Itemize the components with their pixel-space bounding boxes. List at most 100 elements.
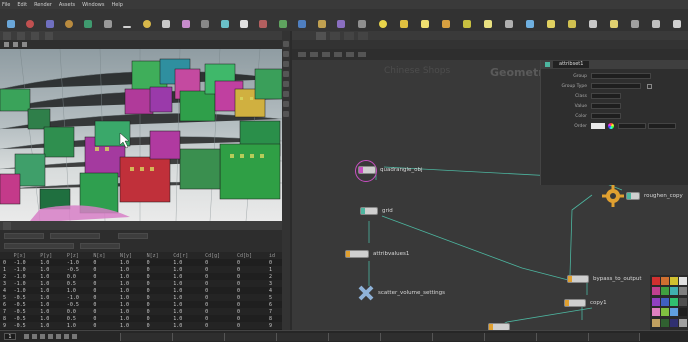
lighting-icon[interactable] (283, 71, 289, 77)
shelf-tool-camera[interactable] (354, 11, 370, 29)
node-grid[interactable]: grid (360, 207, 393, 215)
shelf-tool-ambient-light[interactable] (606, 11, 622, 29)
swatch-mint[interactable] (670, 297, 678, 306)
attribute-filter-field[interactable] (50, 233, 100, 239)
swatch-teal[interactable] (670, 287, 678, 296)
shelf-tool-l-system[interactable] (276, 11, 289, 29)
shelf-tool-sphere[interactable] (23, 11, 36, 29)
shelf-tool-stereo-camera[interactable] (627, 11, 643, 29)
class-dropdown[interactable] (591, 93, 621, 99)
step-forward-button[interactable] (64, 334, 69, 339)
swatch-white[interactable] (679, 277, 687, 285)
column-header[interactable]: N[z] (143, 252, 171, 259)
network-menu-go[interactable] (322, 52, 330, 57)
shelf-tool-area-light[interactable] (417, 11, 433, 29)
shelf-tool-file[interactable] (315, 11, 328, 29)
rewind-button[interactable] (24, 334, 29, 339)
shelf-tool-volume-light[interactable] (459, 11, 475, 29)
table-row[interactable]: 5 -0.5 1.0 -1.0 0 1.0 0 1.0 0 0 5 (0, 294, 282, 301)
shelf-tool-spiral[interactable] (334, 11, 347, 29)
shelf-tool-distant-light[interactable] (480, 11, 496, 29)
color-swatch[interactable] (591, 123, 605, 129)
points-class-toggle[interactable] (4, 243, 74, 249)
wireframe-icon[interactable] (283, 111, 289, 117)
network-menu-edit[interactable] (310, 52, 318, 57)
shelf-tool-sky-light[interactable] (522, 11, 538, 29)
tab-material-palette[interactable] (344, 31, 354, 40)
network-menu-view[interactable] (334, 52, 342, 57)
shelf-tool-line[interactable] (121, 11, 134, 29)
snap-icon[interactable] (283, 51, 289, 57)
menu-item-windows[interactable]: Windows (82, 2, 104, 8)
swatch-red[interactable] (652, 277, 660, 285)
column-header[interactable]: N[x] (90, 252, 117, 259)
column-header[interactable]: id (265, 252, 282, 259)
tab-composite-view[interactable] (31, 31, 39, 40)
node-quadrangle[interactable]: quadrangle_obj (358, 166, 423, 174)
swatch-gray[interactable] (679, 287, 687, 296)
node-scatter-volume[interactable]: scatter_volume_settings (358, 285, 445, 301)
menu-item-assets[interactable]: Assets (59, 2, 75, 8)
tab-render-view[interactable] (17, 31, 25, 40)
shelf-tool-tube[interactable] (43, 11, 56, 29)
fast-forward-button[interactable] (72, 334, 77, 339)
scene-viewport[interactable] (0, 49, 282, 221)
network-path-bar[interactable] (292, 40, 688, 49)
shelf-tool-switcher[interactable] (669, 11, 685, 29)
menu-item-file[interactable]: File (2, 2, 10, 8)
column-header[interactable]: P[z] (63, 252, 91, 259)
node-roughen-copy[interactable]: roughen_copy (602, 185, 683, 207)
table-row[interactable]: 6 -0.5 1.0 -0.5 0 1.0 0 1.0 0 0 6 (0, 301, 282, 308)
tab-tree-view[interactable] (330, 31, 340, 40)
tab-asset-browser[interactable] (358, 31, 368, 40)
shelf-tool-torus[interactable] (62, 11, 75, 29)
swatch-blue[interactable] (661, 297, 669, 306)
shelf-tool-gi-light[interactable] (543, 11, 559, 29)
shading-icon[interactable] (283, 81, 289, 87)
swatch-pink[interactable] (652, 308, 660, 317)
table-row[interactable]: 0 -1.0 1.0 -1.0 0 1.0 0 1.0 0 0 0 (0, 259, 282, 266)
network-menu-tools[interactable] (346, 52, 354, 57)
shelf-tool-environment-light[interactable] (501, 11, 517, 29)
swatch-purple[interactable] (652, 297, 660, 306)
swatch-sky[interactable] (670, 308, 678, 317)
shelf-tool-circle[interactable] (140, 11, 153, 29)
column-header[interactable]: P[x] (10, 252, 38, 259)
swatch-magenta[interactable] (652, 287, 660, 296)
play-reverse-button[interactable] (40, 334, 45, 339)
column-header[interactable]: N[y] (117, 252, 144, 259)
group-type-dropdown[interactable] (591, 83, 641, 89)
color-wheel-icon[interactable] (608, 123, 614, 129)
network-menu-add[interactable] (298, 52, 306, 57)
swatch-dark-gray[interactable] (679, 297, 687, 306)
shelf-tool-font[interactable] (237, 11, 250, 29)
ghost-icon[interactable] (283, 91, 289, 97)
swatch-black[interactable] (679, 308, 687, 317)
node-copy[interactable]: copy1 (564, 299, 607, 307)
swatch-lime[interactable] (661, 308, 669, 317)
table-row[interactable]: 2 -1.0 1.0 0.0 0 1.0 0 1.0 0 0 2 (0, 273, 282, 280)
table-row[interactable]: 3 -1.0 1.0 0.5 0 1.0 0 1.0 0 0 3 (0, 280, 282, 287)
table-row[interactable]: 4 -1.0 1.0 1.0 0 1.0 0 1.0 0 0 4 (0, 287, 282, 294)
visibility-icon[interactable] (283, 101, 289, 107)
back-arrow-icon[interactable] (4, 42, 9, 47)
shelf-tool-null[interactable] (101, 11, 114, 29)
shelf-tool-spot-light[interactable] (396, 11, 412, 29)
shelf-tool-spray[interactable] (218, 11, 231, 29)
swatch-yellow[interactable] (670, 277, 678, 285)
shelf-tool-draw[interactable] (179, 11, 192, 29)
shelf-tool-point-light[interactable] (375, 11, 391, 29)
stop-button[interactable] (48, 334, 53, 339)
table-row[interactable]: 9 -0.5 1.0 1.0 0 1.0 0 1.0 0 0 9 (0, 322, 282, 329)
swatch-navy[interactable] (670, 318, 678, 327)
order-field-2[interactable] (648, 123, 676, 129)
order-field-1[interactable] (618, 123, 646, 129)
shelf-tool-vr-camera[interactable] (648, 11, 664, 29)
node-attribvalues[interactable]: attribvalues1 (345, 250, 409, 258)
node-path-field[interactable] (4, 233, 44, 239)
node-bypass[interactable]: bypass_to_output (567, 275, 642, 283)
spreadsheet-scrollbar[interactable] (282, 221, 290, 330)
column-header[interactable]: Cd[r] (170, 252, 203, 259)
play-button[interactable] (56, 334, 61, 339)
node-name-field[interactable]: attribset1 (553, 61, 590, 68)
